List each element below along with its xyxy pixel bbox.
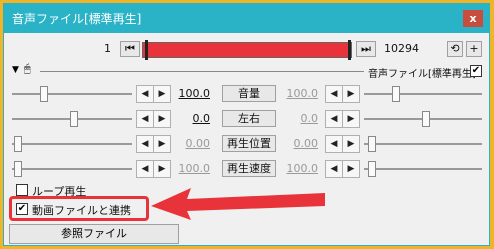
speed-end-value[interactable]: 100.0	[280, 162, 319, 175]
increase-button[interactable]: ▶	[153, 85, 171, 103]
skip-end-icon: ⏭	[361, 42, 371, 55]
volume-end-slider[interactable]	[392, 86, 400, 102]
decrease-button[interactable]: ◀	[136, 160, 154, 178]
timeline-start-handle[interactable]	[145, 40, 148, 60]
arrow-right-icon: ▶	[158, 139, 166, 149]
arrow-right-icon: ▶	[347, 114, 355, 124]
position-start-slider[interactable]	[14, 136, 22, 152]
position-param-button[interactable]: 再生位置	[222, 135, 276, 152]
decrease-button[interactable]: ◀	[325, 160, 343, 178]
close-button[interactable]: x	[463, 10, 483, 27]
annotation-arrow-icon	[151, 188, 325, 220]
volume-start-slider[interactable]	[40, 86, 48, 102]
timeline-end-frame: 10294	[384, 42, 419, 55]
increase-button[interactable]: ▶	[342, 85, 360, 103]
arrow-right-icon: ▶	[347, 164, 355, 174]
arrow-left-icon: ◀	[330, 139, 338, 149]
speed-param-button[interactable]: 再生速度	[222, 160, 276, 177]
skip-start-icon: ⏮	[125, 42, 135, 55]
volume-end-value[interactable]: 100.0	[280, 87, 319, 100]
go-to-end-button[interactable]: ⏭	[356, 41, 376, 57]
volume-param-button[interactable]: 音量	[222, 85, 276, 102]
decrease-button[interactable]: ◀	[136, 85, 154, 103]
increase-button[interactable]: ▶	[153, 160, 171, 178]
slider-track[interactable]	[364, 93, 482, 95]
timeline-start-frame: 1	[104, 42, 111, 55]
speed-start-slider[interactable]	[14, 161, 22, 177]
arrow-left-icon: ◀	[330, 89, 338, 99]
arrow-left-icon: ◀	[330, 114, 338, 124]
pan-end-value[interactable]: 0.0	[280, 112, 319, 125]
arrow-left-icon: ◀	[330, 164, 338, 174]
collapse-triangle-icon[interactable]: ▼	[12, 65, 19, 75]
camera-control-button[interactable]: ⟲	[447, 41, 463, 57]
arrow-left-icon: ◀	[141, 164, 149, 174]
audio-file-window: 音声ファイル[標準再生] x 1 ⏮ ⏭ 10294 ⟲ + ▼ 🖱 音声ファイ…	[3, 3, 490, 246]
plus-icon: +	[469, 42, 479, 55]
position-end-slider[interactable]	[368, 136, 376, 152]
decrease-button[interactable]: ◀	[136, 135, 154, 153]
loop-checkbox[interactable]	[16, 184, 28, 196]
mouse-icon: 🖱	[24, 62, 31, 75]
pan-start-value[interactable]: 0.0	[172, 112, 211, 125]
go-to-start-button[interactable]: ⏮	[120, 41, 140, 57]
decrease-button[interactable]: ◀	[325, 85, 343, 103]
link-video-label: 動画ファイルと連携	[32, 204, 131, 217]
title-bar: 音声ファイル[標準再生] x	[4, 4, 489, 33]
increase-button[interactable]: ▶	[342, 110, 360, 128]
reference-file-button[interactable]: 参照ファイル	[9, 224, 179, 244]
speed-start-value[interactable]: 100.0	[172, 162, 211, 175]
increase-button[interactable]: ▶	[153, 135, 171, 153]
arrow-left-icon: ◀	[141, 114, 149, 124]
position-start-value[interactable]: 0.00	[172, 137, 211, 150]
arrow-right-icon: ▶	[158, 164, 166, 174]
arrow-left-icon: ◀	[141, 89, 149, 99]
arrow-right-icon: ▶	[347, 139, 355, 149]
speed-end-slider[interactable]	[368, 161, 376, 177]
increase-button[interactable]: ▶	[342, 160, 360, 178]
filter-name-label: 音声ファイル[標準再生]	[368, 69, 476, 80]
slider-track[interactable]	[12, 93, 132, 95]
volume-start-value[interactable]: 100.0	[172, 87, 211, 100]
refresh-icon: ⟲	[450, 42, 460, 55]
position-end-value[interactable]: 0.00	[280, 137, 319, 150]
arrow-left-icon: ◀	[141, 139, 149, 149]
window-title: 音声ファイル[標準再生]	[12, 12, 142, 26]
pan-end-slider[interactable]	[422, 111, 430, 127]
decrease-button[interactable]: ◀	[136, 110, 154, 128]
pan-param-button[interactable]: 左右	[222, 110, 276, 127]
timeline-range-bar[interactable]	[142, 42, 352, 58]
timeline-end-handle[interactable]	[348, 40, 351, 60]
increase-button[interactable]: ▶	[342, 135, 360, 153]
decrease-button[interactable]: ◀	[325, 135, 343, 153]
pan-start-slider[interactable]	[70, 111, 78, 127]
increase-button[interactable]: ▶	[153, 110, 171, 128]
arrow-right-icon: ▶	[158, 114, 166, 124]
slider-track[interactable]	[12, 168, 132, 170]
filter-enable-checkbox[interactable]: ✔	[470, 65, 482, 77]
header-divider	[40, 71, 364, 72]
slider-track[interactable]	[364, 168, 482, 170]
arrow-right-icon: ▶	[347, 89, 355, 99]
slider-track[interactable]	[364, 143, 482, 145]
arrow-right-icon: ▶	[158, 89, 166, 99]
link-video-checkbox[interactable]: ✔	[16, 203, 28, 215]
add-filter-button[interactable]: +	[466, 41, 482, 57]
decrease-button[interactable]: ◀	[325, 110, 343, 128]
slider-track[interactable]	[12, 143, 132, 145]
